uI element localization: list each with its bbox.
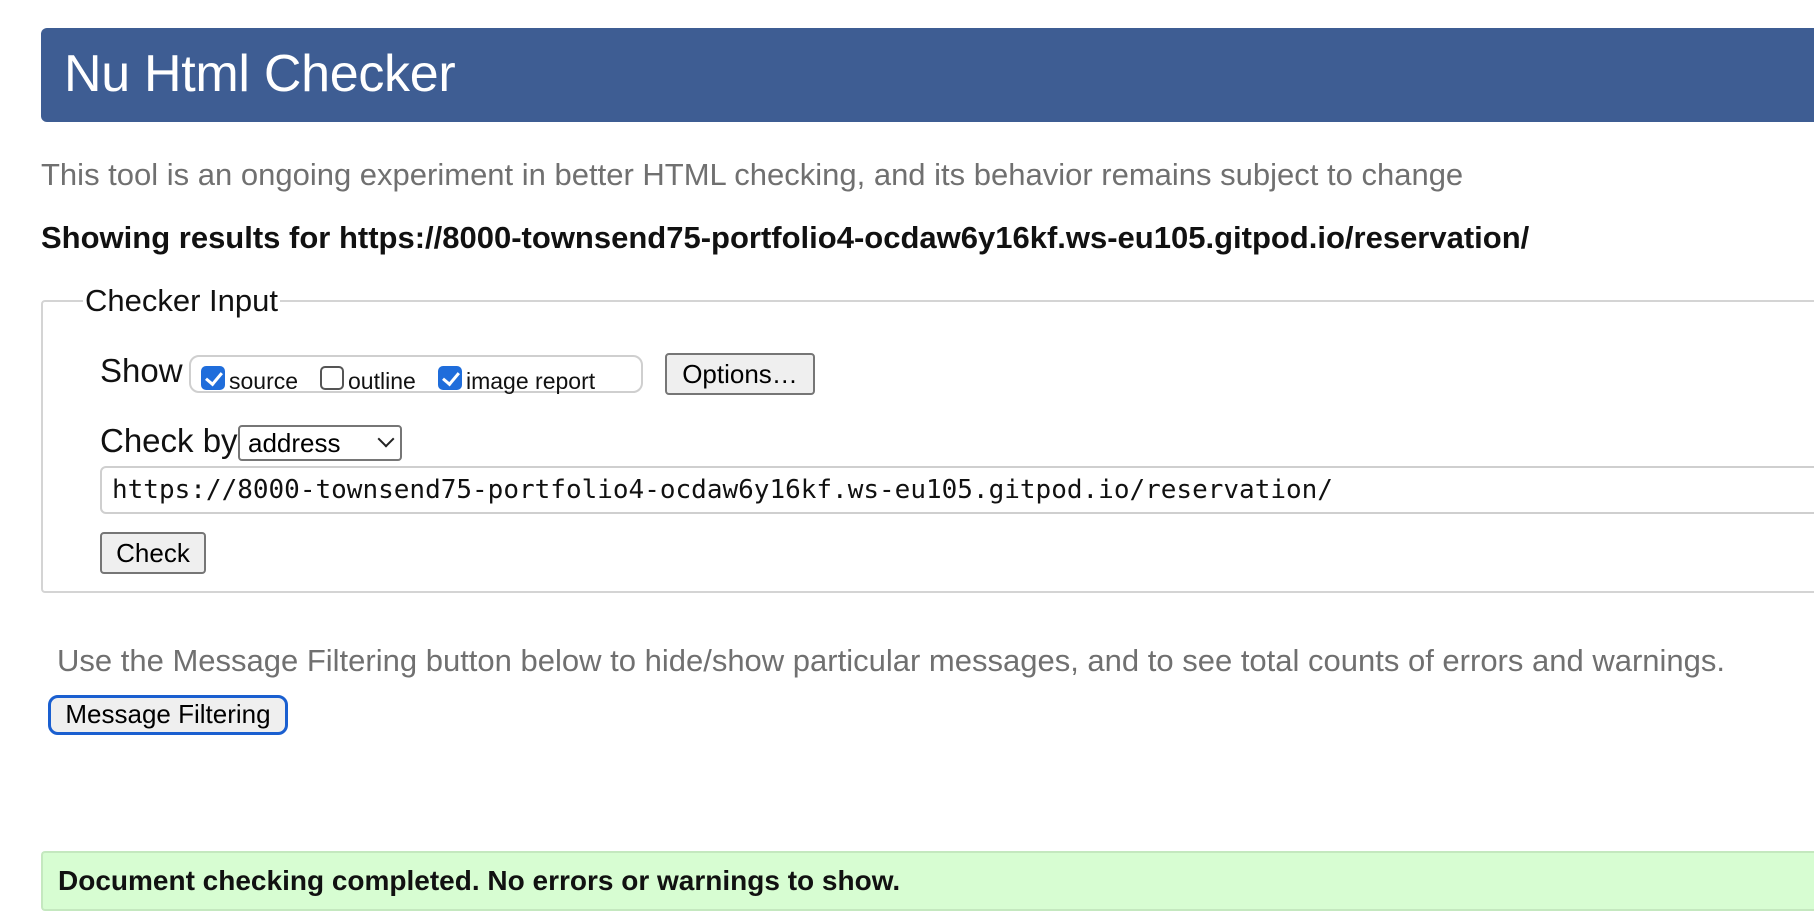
show-source-option[interactable]: source bbox=[201, 360, 298, 395]
chevron-down-icon bbox=[377, 430, 395, 448]
page-title: Nu Html Checker bbox=[64, 45, 456, 103]
check-button[interactable]: Check bbox=[100, 532, 206, 574]
intro-text: This tool is an ongoing experiment in be… bbox=[41, 157, 1464, 192]
show-label: Show bbox=[100, 352, 183, 389]
outline-label: outline bbox=[348, 368, 416, 394]
status-banner: Document checking completed. No errors o… bbox=[41, 851, 1814, 911]
show-options-group: source outline image report bbox=[189, 355, 643, 395]
page-header: Nu Html Checker bbox=[41, 28, 1814, 122]
options-button[interactable]: Options… bbox=[665, 353, 815, 395]
check-by-selected-value: address bbox=[248, 428, 341, 458]
image-report-label: image report bbox=[466, 368, 596, 394]
message-filtering-button[interactable]: Message Filtering bbox=[48, 695, 288, 735]
check-by-label: Check by bbox=[100, 422, 238, 459]
show-outline-option[interactable]: outline bbox=[320, 360, 416, 395]
status-message: Document checking completed. No errors o… bbox=[58, 865, 901, 896]
show-image-report-option[interactable]: image report bbox=[438, 360, 595, 395]
results-heading: Showing results for https://8000-townsen… bbox=[41, 220, 1530, 255]
url-input[interactable]: https://8000-townsend75-portfolio4-ocdaw… bbox=[100, 466, 1814, 514]
image-report-checkbox[interactable] bbox=[438, 365, 462, 390]
checker-input-legend: Checker Input bbox=[85, 283, 278, 318]
outline-checkbox[interactable] bbox=[320, 365, 344, 390]
source-checkbox[interactable] bbox=[201, 365, 225, 390]
filter-note: Use the Message Filtering button below t… bbox=[57, 643, 1726, 678]
check-by-select[interactable]: address bbox=[238, 425, 402, 461]
source-label: source bbox=[229, 368, 299, 394]
